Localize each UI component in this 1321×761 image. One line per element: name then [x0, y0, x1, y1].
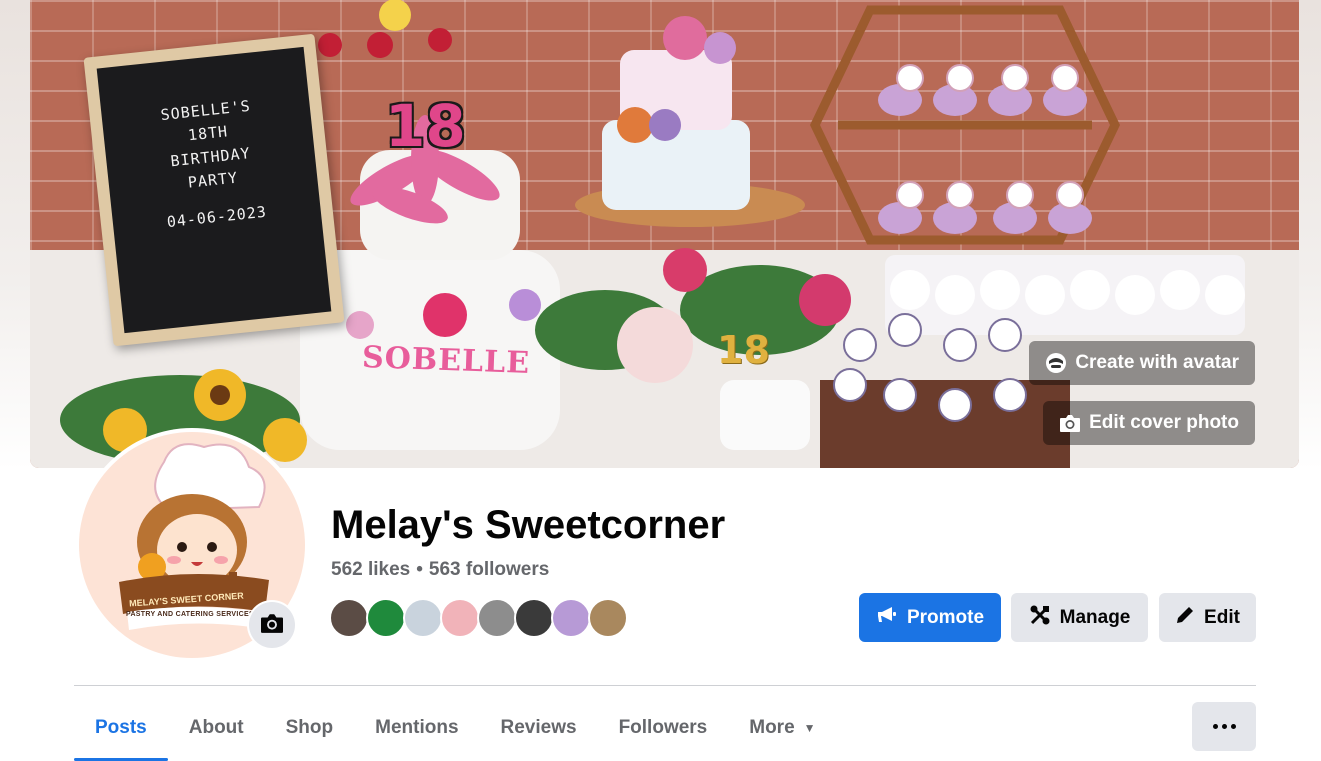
- pencil-icon: [1175, 605, 1195, 631]
- tab-label: Posts: [95, 717, 147, 738]
- follower-avatars: [329, 598, 628, 638]
- followers-count[interactable]: 563 followers: [429, 559, 549, 580]
- page-stats: 562 likes • 563 followers: [331, 559, 549, 581]
- manage-button[interactable]: Manage: [1011, 593, 1148, 642]
- update-profile-picture-button[interactable]: [249, 602, 295, 648]
- logo-ribbon-text: PASTRY AND CATERING SERVICES: [126, 611, 254, 618]
- tab-label: Mentions: [375, 717, 459, 738]
- cake-topper-18: 18: [385, 92, 466, 160]
- follower-avatar[interactable]: [329, 598, 369, 638]
- cover-photo[interactable]: SOBELLE'S 18TH BIRTHDAY PARTY 04-06-2023…: [30, 0, 1299, 468]
- tab-label: Followers: [618, 717, 708, 738]
- tab-followers[interactable]: Followers: [598, 700, 729, 756]
- ellipsis-dot: [1230, 724, 1236, 729]
- create-with-avatar-button[interactable]: Create with avatar: [1029, 341, 1255, 385]
- avatar-icon: [1045, 352, 1067, 374]
- edit-cover-photo-label: Edit cover photo: [1089, 412, 1239, 433]
- tab-mentions[interactable]: Mentions: [354, 700, 479, 756]
- tab-reviews[interactable]: Reviews: [480, 700, 598, 756]
- tools-icon: [1029, 604, 1051, 632]
- follower-avatar[interactable]: [477, 598, 517, 638]
- camera-icon: [1059, 413, 1081, 433]
- tab-label: Reviews: [500, 717, 577, 738]
- tab-label: About: [188, 717, 244, 738]
- follower-avatar[interactable]: [366, 598, 406, 638]
- more-options-button[interactable]: [1192, 702, 1256, 751]
- caret-down-icon: ▼: [803, 721, 816, 735]
- edit-button[interactable]: Edit: [1159, 593, 1256, 642]
- tab-label: Shop: [285, 717, 334, 738]
- tab-posts[interactable]: Posts: [74, 700, 168, 761]
- letterboard-date: 04-06-2023: [166, 202, 268, 232]
- page-tabs: Posts About Shop Mentions Reviews Follow…: [74, 700, 837, 761]
- letterboard-sign: SOBELLE'S 18TH BIRTHDAY PARTY 04-06-2023: [83, 33, 345, 347]
- header-divider: [74, 685, 1256, 686]
- cake-topper-gold-18: 18: [717, 328, 770, 372]
- ellipsis-dot: [1212, 724, 1218, 729]
- edit-cover-photo-button[interactable]: Edit cover photo: [1043, 401, 1255, 445]
- follower-avatar[interactable]: [403, 598, 443, 638]
- follower-avatar[interactable]: [551, 598, 591, 638]
- follower-avatar[interactable]: [440, 598, 480, 638]
- tab-more[interactable]: More ▼: [728, 700, 836, 756]
- likes-count[interactable]: 562 likes: [331, 559, 410, 580]
- ellipsis-dot: [1221, 724, 1227, 729]
- tab-shop[interactable]: Shop: [265, 700, 355, 756]
- page-title: Melay's Sweetcorner: [331, 503, 726, 547]
- follower-avatar[interactable]: [588, 598, 628, 638]
- cake-name-text: SOBELLE: [361, 340, 531, 381]
- camera-icon: [259, 612, 285, 639]
- megaphone-icon: [876, 605, 898, 631]
- promote-label: Promote: [906, 606, 985, 628]
- manage-label: Manage: [1059, 606, 1131, 628]
- edit-label: Edit: [1204, 606, 1240, 628]
- stats-separator: •: [416, 559, 423, 580]
- follower-avatar[interactable]: [514, 598, 554, 638]
- tab-label: More: [749, 717, 795, 738]
- promote-button[interactable]: Promote: [859, 593, 1001, 642]
- create-with-avatar-label: Create with avatar: [1075, 352, 1239, 373]
- tab-about[interactable]: About: [168, 700, 265, 756]
